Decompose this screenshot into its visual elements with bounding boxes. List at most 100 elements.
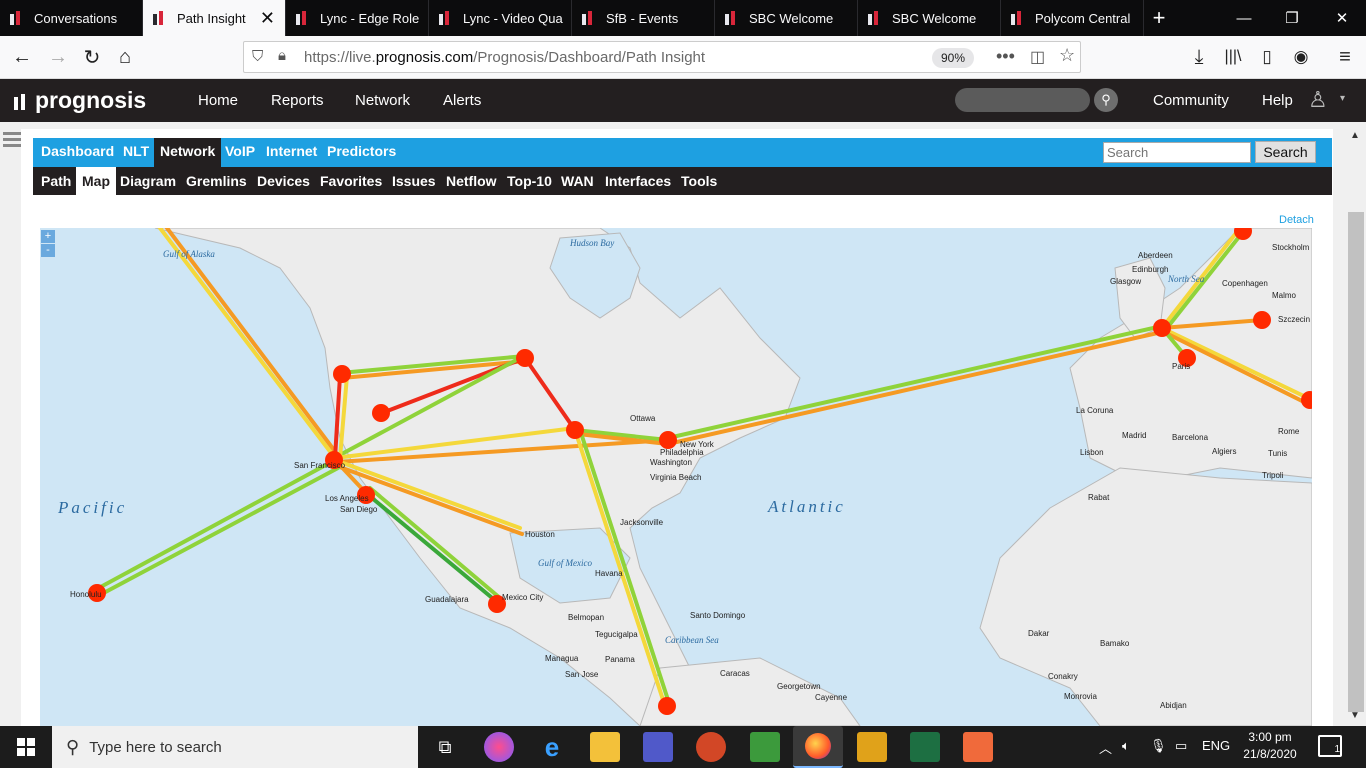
tab-tools[interactable]: Tools [681,173,717,189]
page-actions-icon[interactable]: ••• [996,46,1015,67]
address-bar[interactable]: ⛉ 🔒︎ https://live.prognosis.com/Prognosi… [243,41,1081,73]
notification-count: 1 [1334,744,1340,755]
tab-path[interactable]: Path [41,173,71,189]
browser-tab[interactable]: SBC Welcome [715,0,858,36]
network-node[interactable] [658,697,676,715]
forward-icon[interactable]: → [43,42,73,72]
browser-tab[interactable]: SfB - Events [572,0,715,36]
tab-netflow[interactable]: Netflow [446,173,497,189]
snipping-tool-icon[interactable] [484,732,514,762]
lock-icon[interactable]: 🔒︎ [278,47,286,64]
global-search-input[interactable] [955,88,1090,112]
network-node[interactable] [516,349,534,367]
shield-icon[interactable]: ⛉ [252,48,263,65]
microphone-icon[interactable]: 🎙︎ [1150,738,1167,754]
tab-dashboard[interactable]: Dashboard [41,143,114,159]
tab-interfaces[interactable]: Interfaces [605,173,671,189]
nav-home[interactable]: Home [198,92,238,109]
new-tab-button[interactable]: + [1144,0,1174,36]
network-path[interactable] [96,466,340,598]
scroll-down-icon[interactable]: ▼ [1350,710,1360,721]
tab-diagram[interactable]: Diagram [120,173,176,189]
browser-tab[interactable]: SBC Welcome [858,0,1001,36]
search-icon[interactable]: ⚲ [1094,88,1118,112]
tab-nlt[interactable]: NLT [123,143,149,159]
sidebar-icon[interactable]: ▯ [1252,42,1282,72]
detach-link[interactable]: Detach [1279,214,1314,226]
bookmark-star-icon[interactable]: ☆ [1059,45,1075,66]
network-path[interactable] [93,458,337,592]
edge-browser-icon[interactable]: e [537,732,567,762]
reload-icon[interactable]: ↻ [77,42,107,72]
library-icon[interactable]: |||\ [1218,42,1248,72]
back-icon[interactable]: ← [7,42,37,72]
tab-predictors[interactable]: Predictors [327,143,396,159]
nav-reports[interactable]: Reports [271,92,324,109]
system-clock[interactable]: 3:00 pm 21/8/2020 [1240,729,1300,763]
scroll-up-icon[interactable]: ▲ [1350,130,1360,141]
tab-issues[interactable]: Issues [392,173,436,189]
browser-tab[interactable]: Polycom Central [1001,0,1144,36]
browser-tab-active[interactable]: Path Insight ✕ [143,0,286,36]
camtasia-icon[interactable] [750,732,780,762]
pocket-icon[interactable]: ◫ [1030,47,1045,67]
prognosis-logo[interactable]: prognosis [14,87,146,114]
scrollbar-thumb[interactable] [1348,212,1364,712]
network-node[interactable] [659,431,677,449]
tab-gremlins[interactable]: Gremlins [186,173,247,189]
nav-community[interactable]: Community [1153,92,1229,109]
network-node[interactable] [566,421,584,439]
search-button[interactable]: Search [1255,141,1316,163]
chevron-down-icon[interactable]: ▾ [1340,93,1345,104]
home-icon[interactable]: ⌂ [110,42,140,72]
network-node[interactable] [372,404,390,422]
tab-voip[interactable]: VoIP [225,143,255,159]
minimize-window-button[interactable]: — [1220,0,1268,36]
network-node[interactable] [1153,319,1171,337]
teams-icon[interactable] [643,732,673,762]
taskbar-search-box[interactable]: ⚲ Type here to search [52,726,418,768]
start-button[interactable] [0,726,52,768]
show-hidden-icons-icon[interactable]: ︿ [1099,738,1112,757]
download-icon[interactable]: ⤓ [1184,42,1214,72]
firefox-taskbar-button[interactable] [793,726,843,768]
nav-help[interactable]: Help [1262,92,1293,109]
account-icon[interactable]: ◉ [1286,42,1316,72]
tab-network[interactable]: Network [154,138,222,167]
recorder-icon[interactable] [963,732,993,762]
tab-devices[interactable]: Devices [257,173,310,189]
file-explorer-icon[interactable] [590,732,620,762]
zoom-in-button[interactable]: + [41,230,55,243]
network-map[interactable]: Pacific Atlantic Hudson Bay Gulf of Alas… [40,228,1312,726]
volume-icon[interactable]: 🔈︎ [1122,738,1130,754]
network-node[interactable] [1253,311,1271,329]
tab-internet[interactable]: Internet [266,143,317,159]
tab-favorites[interactable]: Favorites [320,173,382,189]
nav-network[interactable]: Network [355,92,410,109]
close-window-button[interactable]: ✕ [1318,0,1366,36]
network-icon[interactable]: ▭ [1175,738,1187,754]
powerpoint-icon[interactable] [696,732,726,762]
browser-tab[interactable]: Lync - Edge Role [286,0,429,36]
excel-icon[interactable] [910,732,940,762]
search-input[interactable] [1103,142,1251,163]
zoom-out-button[interactable]: - [41,244,55,257]
menu-icon[interactable]: ≡ [1330,42,1360,72]
app-icon[interactable] [857,732,887,762]
zoom-level-badge[interactable]: 90% [932,48,974,68]
network-node[interactable] [333,365,351,383]
url-text[interactable]: https://live.prognosis.com/Prognosis/Das… [304,49,705,66]
close-tab-icon[interactable]: ✕ [260,9,275,27]
task-view-icon[interactable]: ⧉ [430,732,460,762]
nav-alerts[interactable]: Alerts [443,92,481,109]
tab-top-10[interactable]: Top-10 [507,173,552,189]
notifications-icon[interactable]: 1 [1318,735,1342,757]
browser-tab[interactable]: Conversations [0,0,143,36]
tab-map[interactable]: Map [76,167,116,195]
browser-tab[interactable]: Lync - Video Qua [429,0,572,36]
language-indicator[interactable]: ENG [1202,738,1230,753]
restore-window-button[interactable]: ❐ [1268,0,1316,36]
user-icon[interactable]: ♙ [1308,87,1328,113]
page-scrollbar[interactable]: ▲ ▼ [1346,122,1366,726]
tab-wan[interactable]: WAN [561,173,594,189]
